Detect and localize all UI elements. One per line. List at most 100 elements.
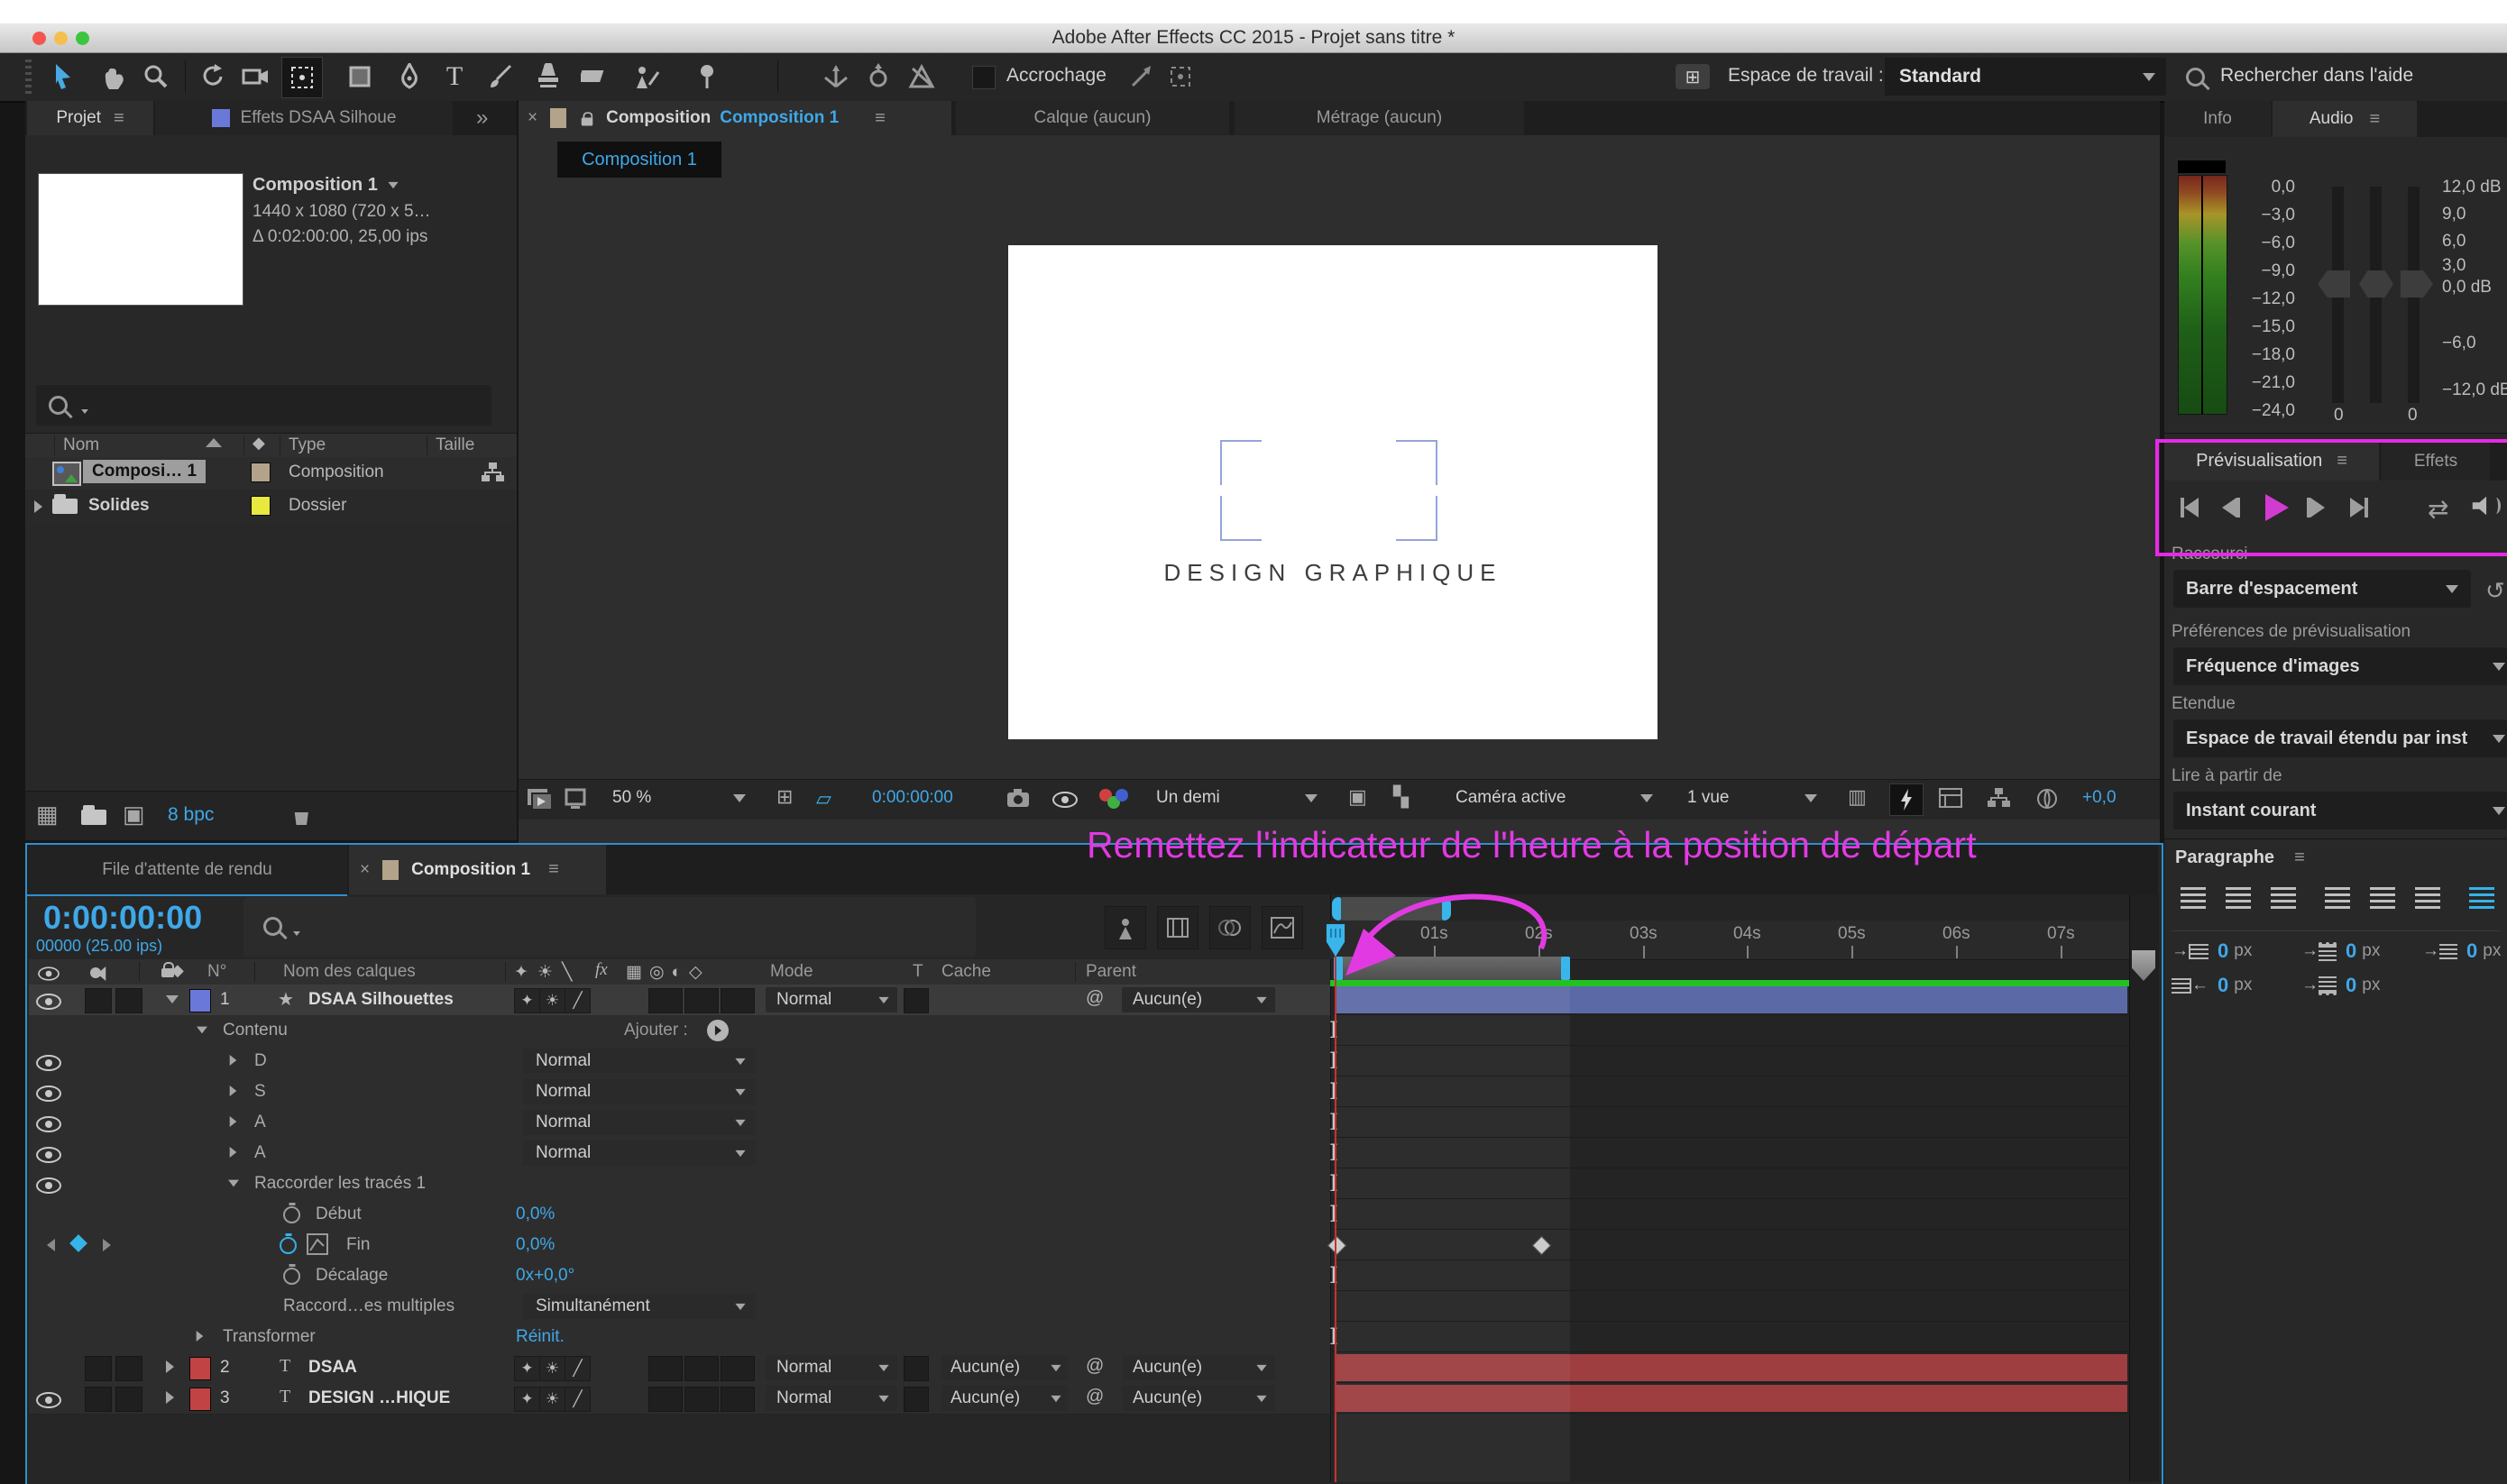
layer2-duration-bar[interactable] [1336, 1354, 2127, 1381]
tag-column-icon[interactable]: ◆ [253, 434, 265, 453]
help-search-icon[interactable] [2186, 68, 2205, 92]
add-property-button[interactable] [707, 1020, 729, 1041]
trim-multiple-dropdown[interactable]: Simultanément [523, 1294, 756, 1319]
tab-effets-dsaa[interactable]: Effets DSAA Silhoue [155, 101, 453, 135]
eye-column-icon[interactable] [38, 966, 60, 980]
track-matte-dropdown[interactable]: Aucun(e) [941, 1386, 1068, 1411]
zoom-dropdown-icon[interactable] [733, 794, 746, 802]
frame-blend-switch-icon[interactable]: ☀ [539, 1356, 565, 1381]
resolution-dropdown-icon[interactable] [1305, 794, 1318, 802]
preserve-transparency-checkbox[interactable] [904, 988, 929, 1013]
shy-switch-icon[interactable]: ✦ [514, 1387, 540, 1412]
preserve-transparency-checkbox[interactable] [904, 1356, 929, 1381]
snap-option-icon[interactable] [1122, 57, 1162, 96]
space-after-field[interactable]: → 0 px [2301, 974, 2380, 997]
frame-blend-switch-icon[interactable]: ☀ [539, 988, 565, 1013]
blend-mode-dropdown[interactable]: Normal [766, 1386, 897, 1411]
last-frame-button[interactable] [2350, 498, 2368, 518]
quality-switch-icon[interactable]: ╱ [565, 1356, 591, 1381]
project-row1-name[interactable]: Composi… 1 [83, 460, 206, 483]
col-t[interactable]: T [913, 962, 923, 982]
tab-audio[interactable]: Audio ≡ [2273, 101, 2417, 137]
col-type[interactable]: Type [289, 435, 326, 455]
work-area-bar[interactable] [1334, 957, 1570, 980]
project-comp-name[interactable]: Composition 1 [253, 175, 399, 196]
project-search-field[interactable] [36, 385, 491, 426]
expand-group-icon[interactable] [197, 1331, 204, 1342]
framerate-dropdown[interactable]: Fréquence d'images [2173, 647, 2507, 685]
property-row-raccord-multiples[interactable]: Raccord…es multiples Simultanément [29, 1291, 1330, 1323]
project-row2-name[interactable]: Solides [88, 496, 150, 516]
label-color-swatch[interactable] [251, 496, 271, 516]
shape-blend-mode-dropdown[interactable]: Normal [523, 1110, 756, 1135]
eye-icon[interactable] [36, 1147, 61, 1163]
shy-switch-icon[interactable]: ✦ [514, 1356, 540, 1381]
indent-left-field[interactable]: → 0 px [2172, 939, 2252, 963]
camera-tool-icon[interactable] [236, 57, 276, 96]
parent-dropdown[interactable]: Aucun(e) [1122, 987, 1275, 1012]
audio-mute-icon[interactable] [2475, 498, 2501, 514]
camera-view-value[interactable]: Caméra active [1456, 788, 1566, 808]
next-keyframe-icon[interactable] [103, 1239, 111, 1251]
frame-blend-switch-icon[interactable]: ☀ [539, 1387, 565, 1412]
canvas-text[interactable]: DESIGN GRAPHIQUE [1107, 559, 1558, 587]
shape-blend-mode-dropdown[interactable]: Normal [523, 1140, 756, 1166]
justify-last-left-button[interactable] [2325, 887, 2350, 909]
quality-switch-icon[interactable]: ╱ [565, 988, 591, 1013]
reset-icon[interactable]: ↺ [2485, 577, 2505, 605]
primary-viewer-icon[interactable] [564, 787, 589, 811]
justify-all-button[interactable] [2469, 887, 2494, 909]
audio-slider-right-handle[interactable] [2401, 270, 2433, 298]
collapse-group-icon[interactable] [228, 1180, 239, 1187]
panel-menu-icon[interactable]: ≡ [114, 108, 124, 129]
region-of-interest-icon[interactable]: ▣ [1348, 787, 1367, 807]
snapshot-icon[interactable] [1006, 788, 1031, 810]
eraser-tool-icon[interactable] [575, 57, 615, 96]
eye-icon[interactable] [36, 1086, 61, 1102]
local-axis-mode-icon[interactable] [816, 57, 856, 96]
eye-icon[interactable] [36, 1177, 61, 1194]
audio-vu-meter[interactable] [2178, 175, 2227, 415]
sort-ascending-icon[interactable] [206, 438, 222, 447]
tab-info[interactable]: Info [2164, 101, 2271, 137]
property-value[interactable]: 0,0% [516, 1235, 555, 1255]
hand-tool-icon[interactable] [92, 57, 132, 96]
shape-group-row-s[interactable]: S Normal [29, 1076, 1330, 1108]
first-line-indent-field[interactable]: → 0 px [2422, 939, 2501, 963]
comp-flowchart-icon[interactable] [1987, 787, 2010, 809]
blend-mode-dropdown[interactable]: Normal [766, 1355, 897, 1380]
layer-color-swatch[interactable] [189, 1388, 211, 1411]
mask-visibility-icon[interactable]: ▱ [816, 787, 831, 811]
brush-tool-icon[interactable] [482, 57, 521, 96]
tag-column-icon[interactable]: ◆ [171, 961, 184, 980]
interpret-footage-icon[interactable]: ▦ [36, 802, 59, 826]
loop-icon[interactable]: ⇄ [2428, 494, 2448, 524]
help-search-input[interactable]: Rechercher dans l'aide [2220, 65, 2413, 87]
close-tab-icon[interactable]: × [528, 108, 537, 128]
group-label[interactable]: S [254, 1082, 266, 1102]
transparency-grid-icon[interactable]: ▚ [1393, 787, 1409, 807]
group-label[interactable]: A [254, 1113, 266, 1132]
shape-blend-mode-dropdown[interactable]: Normal [523, 1049, 756, 1074]
composition-mini-flowchart-icon[interactable] [1105, 906, 1146, 949]
previous-frame-button[interactable] [2222, 498, 2240, 518]
solo-column-icon[interactable] [90, 967, 101, 978]
pen-tool-icon[interactable] [390, 57, 429, 96]
fast-previews-icon[interactable] [1889, 783, 1924, 816]
preserve-transparency-checkbox[interactable] [904, 1387, 929, 1412]
stopwatch-active-icon[interactable] [280, 1237, 297, 1254]
time-ruler[interactable]: 01s 02s 03s 04s 05s 06s 07s [1330, 921, 2129, 960]
tab-timeline-composition[interactable]: × Composition 1 ≡ [349, 845, 606, 894]
timeline-navigator[interactable] [1332, 897, 1451, 921]
shape-blend-mode-dropdown[interactable]: Normal [523, 1079, 756, 1104]
type-tool-icon[interactable]: T [435, 57, 474, 96]
clone-stamp-tool-icon[interactable] [528, 57, 568, 96]
roto-brush-tool-icon[interactable] [626, 57, 666, 96]
shape-group-row-d[interactable]: D Normal [29, 1046, 1330, 1077]
tab-effets[interactable]: Effets [2382, 442, 2490, 481]
layer-row-2[interactable]: 2 T DSAA ✦ ☀ ╱ Normal Aucun(e) @ Aucun(e… [29, 1352, 1330, 1384]
layer-color-swatch[interactable] [189, 1357, 211, 1380]
viewer-timecode[interactable]: 0:00:00:00 [872, 788, 953, 808]
layer1-duration-bar[interactable] [1336, 986, 2127, 1013]
trim-paths-row[interactable]: Raccorder les tracés 1 [29, 1168, 1330, 1200]
